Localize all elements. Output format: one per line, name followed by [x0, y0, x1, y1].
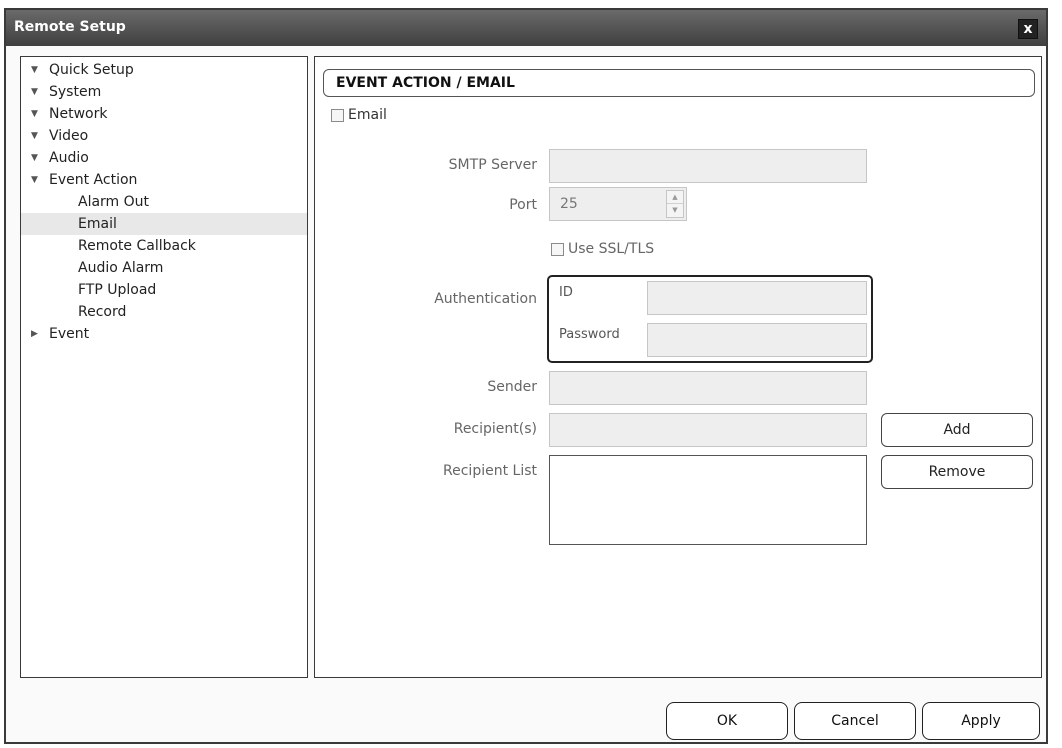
- section-title: EVENT ACTION / EMAIL: [336, 75, 515, 91]
- tree-item-email[interactable]: Email: [21, 213, 307, 235]
- tree-item-label: Event: [49, 326, 90, 342]
- tree-item-alarm-out[interactable]: Alarm Out: [21, 191, 307, 213]
- tree-item-remote-callback[interactable]: Remote Callback: [21, 235, 307, 257]
- sender-label: Sender: [487, 379, 537, 395]
- remove-recipient-button[interactable]: Remove: [881, 455, 1033, 489]
- ssl-checkbox[interactable]: [551, 242, 564, 256]
- ssl-checkbox-label: Use SSL/TLS: [568, 241, 655, 257]
- settings-tree: ▼ Quick Setup ▼ System ▼ Network ▼ Video ▼ Au…: [20, 56, 308, 678]
- cancel-button[interactable]: Cancel: [794, 702, 916, 740]
- tree-item-quick-setup[interactable]: ▼ Quick Setup: [21, 59, 307, 81]
- ssl-toggle[interactable]: Use SSL/TLS: [551, 241, 654, 257]
- port-value: 25: [560, 196, 578, 212]
- tree-item-event[interactable]: ▶ Event: [21, 323, 307, 345]
- tree-item-label: Quick Setup: [49, 62, 134, 78]
- password-label: Password: [559, 327, 620, 342]
- tree-item-event-action[interactable]: ▼ Event Action: [21, 169, 307, 191]
- apply-button[interactable]: Apply: [922, 702, 1040, 740]
- tree-item-ftp-upload[interactable]: FTP Upload: [21, 279, 307, 301]
- tree-item-label: System: [49, 84, 102, 100]
- ok-button[interactable]: OK: [666, 702, 788, 740]
- tree-item-label: Network: [49, 106, 108, 122]
- add-recipient-button[interactable]: Add: [881, 413, 1033, 447]
- recipients-label: Recipient(s): [453, 421, 537, 437]
- expanded-arrow-icon: ▼: [31, 131, 38, 141]
- authentication-group: ID Password: [547, 275, 873, 363]
- close-icon[interactable]: x: [1018, 19, 1038, 39]
- tree-item-label: Video: [49, 128, 89, 144]
- tree-item-network[interactable]: ▼ Network: [21, 103, 307, 125]
- sender-field[interactable]: [549, 371, 867, 405]
- expanded-arrow-icon: ▼: [31, 65, 38, 75]
- password-field[interactable]: [647, 323, 867, 357]
- id-field[interactable]: [647, 281, 867, 315]
- expanded-arrow-icon: ▼: [31, 175, 38, 185]
- tree-item-record[interactable]: Record: [21, 301, 307, 323]
- expanded-arrow-icon: ▼: [31, 109, 38, 119]
- tree-item-label: Event Action: [49, 172, 138, 188]
- id-label: ID: [559, 285, 573, 300]
- email-checkbox[interactable]: [331, 108, 344, 122]
- email-checkbox-label: Email: [348, 107, 387, 123]
- tree-item-system[interactable]: ▼ System: [21, 81, 307, 103]
- expanded-arrow-icon: ▼: [31, 153, 38, 163]
- smtp-server-label: SMTP Server: [448, 157, 537, 173]
- title-bar: Remote Setup x: [6, 10, 1046, 46]
- settings-panel: EVENT ACTION / EMAIL Email SMTP Server P…: [314, 56, 1042, 678]
- tree-item-label: Audio: [49, 150, 89, 166]
- smtp-server-field[interactable]: [549, 149, 867, 183]
- collapsed-arrow-icon: ▶: [31, 329, 38, 339]
- email-enable-toggle[interactable]: Email: [331, 107, 387, 123]
- port-stepper[interactable]: 25 ▲ ▼: [549, 187, 687, 221]
- authentication-label: Authentication: [434, 291, 537, 307]
- tree-item-audio-alarm[interactable]: Audio Alarm: [21, 257, 307, 279]
- recipient-list-label: Recipient List: [443, 463, 537, 479]
- tree-item-video[interactable]: ▼ Video: [21, 125, 307, 147]
- tree-item-audio[interactable]: ▼ Audio: [21, 147, 307, 169]
- spin-down-icon[interactable]: ▼: [667, 204, 683, 217]
- section-header: EVENT ACTION / EMAIL: [323, 69, 1035, 97]
- remote-setup-window: Remote Setup x ▼ Quick Setup ▼ System ▼ Net…: [4, 8, 1048, 744]
- recipient-list[interactable]: [549, 455, 867, 545]
- expanded-arrow-icon: ▼: [31, 87, 38, 97]
- port-label: Port: [509, 197, 537, 213]
- window-title: Remote Setup: [14, 19, 126, 35]
- port-spinner[interactable]: ▲ ▼: [666, 190, 684, 218]
- recipients-field[interactable]: [549, 413, 867, 447]
- spin-up-icon[interactable]: ▲: [667, 191, 683, 204]
